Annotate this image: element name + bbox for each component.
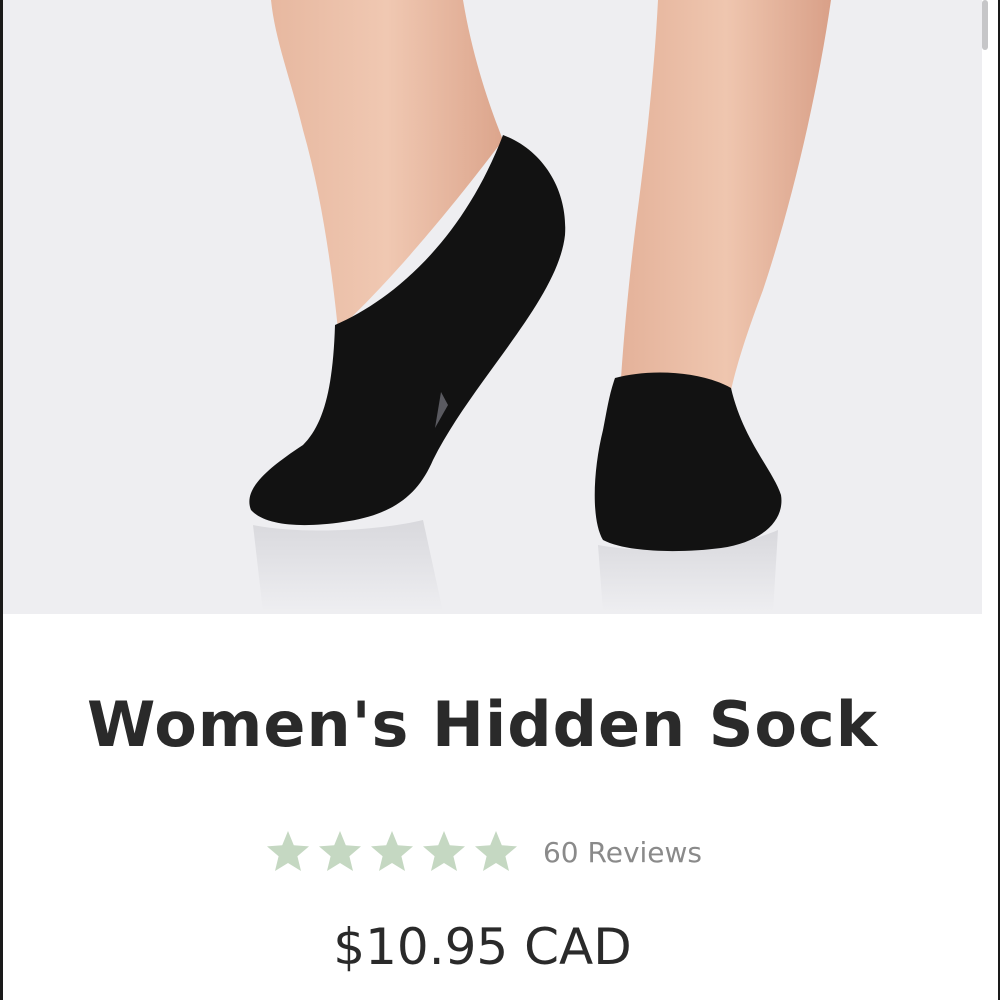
- product-photo-icon: [249, 0, 831, 612]
- star-rating: [263, 828, 523, 876]
- product-price: $10.95 CAD: [333, 918, 632, 976]
- reviews-link[interactable]: 60 Reviews: [543, 836, 702, 869]
- product-page: Women's Hidden Sock 60 Reviews $10.95 CA…: [0, 0, 1000, 1000]
- product-rating[interactable]: 60 Reviews: [0, 828, 965, 876]
- product-image[interactable]: [3, 0, 982, 614]
- star-icon: [422, 831, 465, 871]
- star-icon: [318, 831, 361, 871]
- star-icon: [370, 831, 413, 871]
- product-title: Women's Hidden Sock: [87, 688, 878, 761]
- star-icon: [474, 831, 517, 871]
- scrollbar-thumb[interactable]: [982, 0, 988, 50]
- star-icon: [266, 831, 309, 871]
